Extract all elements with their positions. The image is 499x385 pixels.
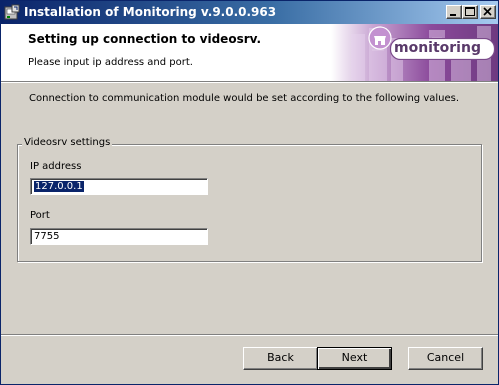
ip-address-value: 127.0.0.1 (34, 181, 84, 192)
port-value: 7755 (34, 231, 60, 242)
ip-address-label: IP address (30, 161, 82, 172)
header-divider (1, 81, 498, 83)
title-bar[interactable]: Installation of Monitoring v.9.0.0.963 (1, 1, 498, 24)
intro-text: Connection to communication module would… (29, 93, 460, 104)
minimize-button[interactable] (446, 5, 462, 19)
page-subtitle: Please input ip address and port. (28, 57, 193, 68)
installer-window: Installation of Monitoring v.9.0.0.963 S… (0, 0, 499, 385)
page-title: Setting up connection to videosrv. (28, 32, 262, 46)
next-button[interactable]: Next (317, 347, 392, 370)
close-icon (483, 7, 492, 16)
port-field[interactable]: 7755 (30, 228, 208, 245)
footer-divider (1, 334, 498, 336)
cancel-button[interactable]: Cancel (408, 347, 483, 370)
group-label: Videosrv settings (22, 137, 113, 148)
minimize-icon (450, 14, 456, 16)
installer-icon (4, 4, 20, 20)
window-title: Installation of Monitoring v.9.0.0.963 (24, 5, 277, 19)
back-button[interactable]: Back (243, 347, 318, 370)
logo-text: monitoring (394, 40, 481, 56)
maximize-button[interactable] (462, 5, 478, 19)
close-button[interactable] (480, 5, 496, 19)
ip-address-field[interactable]: 127.0.0.1 (30, 178, 208, 195)
maximize-icon (465, 7, 475, 16)
port-label: Port (30, 210, 50, 221)
